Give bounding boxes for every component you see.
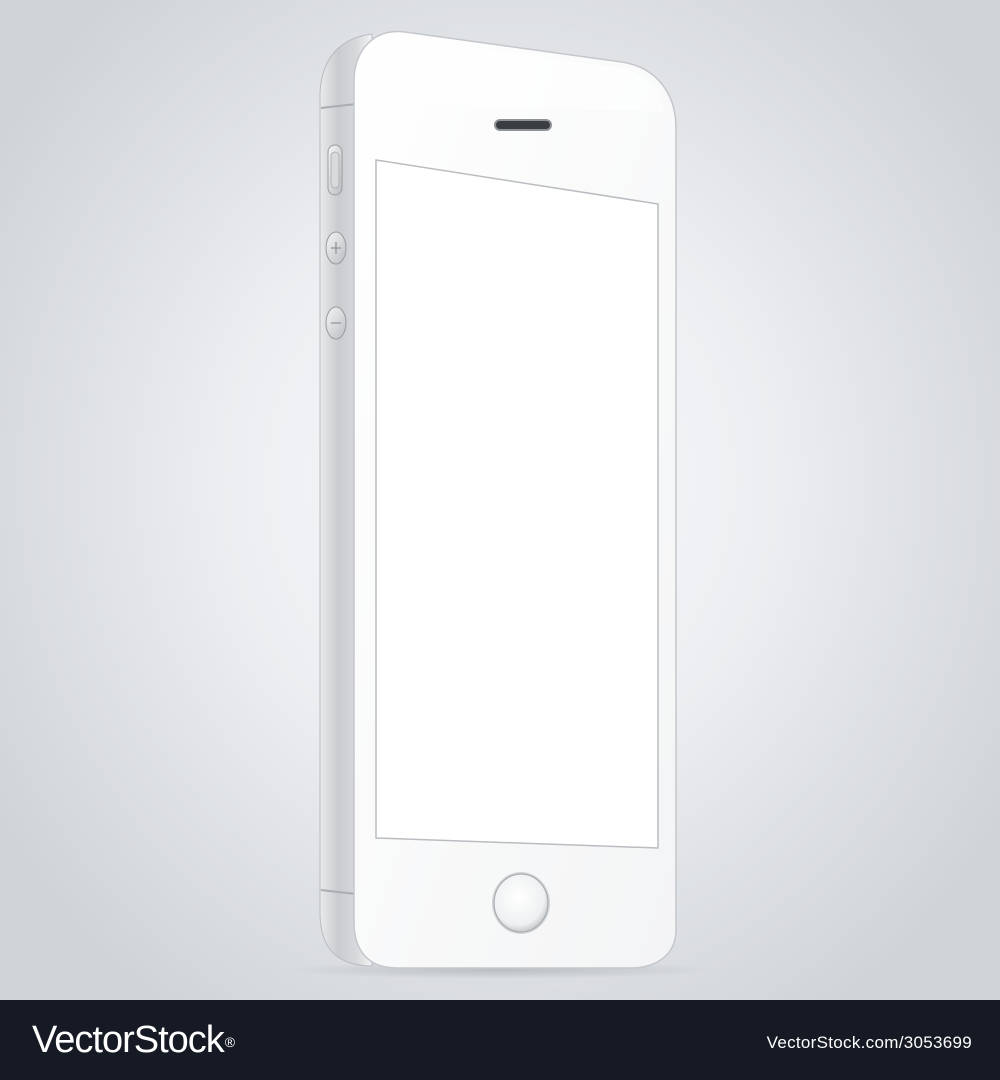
watermark-footer: VectorStock® VectorStock.com/3053699 (0, 1000, 1000, 1080)
registered-mark: ® (224, 1034, 235, 1050)
volume-down-icon[interactable] (325, 306, 347, 340)
mute-switch-icon[interactable] (327, 144, 343, 196)
phone-screen (375, 159, 659, 849)
brand-logo: VectorStock® (32, 1019, 235, 1061)
image-id-text: VectorStock.com/3053699 (766, 1033, 972, 1052)
mockup-canvas (0, 0, 1000, 1000)
volume-up-icon[interactable] (325, 231, 347, 265)
speaker-icon (494, 119, 552, 131)
home-button-icon[interactable] (492, 872, 550, 934)
brand-name: VectorStock (32, 1019, 225, 1061)
smartphone-mockup (285, 30, 715, 979)
